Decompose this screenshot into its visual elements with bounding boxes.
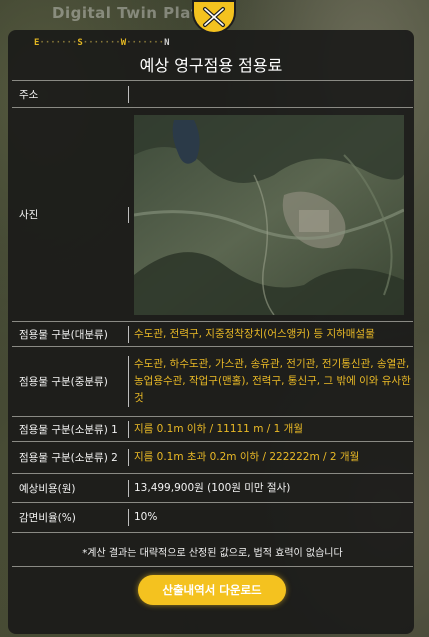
category-middle-label: 점용물 구분(중분류) [19,376,108,388]
category-minor-2-value: 지름 0.1m 초과 0.2m 이하 / 222222m / 2 개월 [128,449,413,466]
category-minor-1-label: 점용물 구분(소분류) 1 [19,423,118,436]
category-minor-1-value: 지름 0.1m 이하 / 11111 m / 1 개월 [128,420,413,438]
row-category-minor-1: 점용물 구분(소분류) 1 지름 0.1m 이하 / 11111 m / 1 개… [12,416,413,441]
disclaimer-note: *계산 결과는 대략적으로 산정된 값으로, 법적 효력이 없습니다 [12,532,413,566]
row-photo: 사진 [12,107,413,321]
dialog-title: 예상 영구점용 점용료 [139,56,283,75]
close-icon [203,7,225,27]
estimated-cost-value: 13,499,900원 (100원 미만 절사) [128,479,413,497]
compass-strip: E·······S·······W·······N [34,38,170,48]
category-minor-2-label: 점용물 구분(소분류) 2 [19,452,118,464]
category-middle-value: 수도관, 하수도관, 가스관, 송유관, 전기관, 전기통신관, 송열관, 농업… [128,356,413,407]
discount-rate-label: 감면비율(%) [19,512,76,524]
row-discount-rate: 감면비율(%) 10% [12,502,413,532]
site-photo [134,114,404,315]
address-label: 주소 [19,88,39,101]
discount-rate-value: 10% [128,509,413,526]
address-value [128,85,413,103]
category-major-label: 점용물 구분(대분류) [19,328,108,341]
fee-table: 주소 사진 점용물 구분(대분류) 수도관, 전력구, 지중정착장치(어스앵커)… [12,80,413,612]
row-address: 주소 [12,80,413,107]
estimated-cost-label: 예상비용(원) [19,482,76,495]
row-category-minor-2: 점용물 구분(소분류) 2 지름 0.1m 초과 0.2m 이하 / 22222… [12,441,413,473]
category-major-value: 수도관, 전력구, 지중정착장치(어스앵커) 등 지하매설물 [128,325,413,343]
compass-n: N [164,38,170,48]
row-estimated-cost: 예상비용(원) 13,499,900원 (100원 미만 절사) [12,473,413,502]
row-category-middle: 점용물 구분(중분류) 수도관, 하수도관, 가스관, 송유관, 전기관, 전기… [12,346,413,416]
download-area: 산출내역서 다운로드 [12,566,413,612]
photo-label: 사진 [19,209,39,221]
download-statement-button[interactable]: 산출내역서 다운로드 [138,575,286,605]
row-category-major: 점용물 구분(대분류) 수도관, 전력구, 지중정착장치(어스앵커) 등 지하매… [12,321,413,346]
